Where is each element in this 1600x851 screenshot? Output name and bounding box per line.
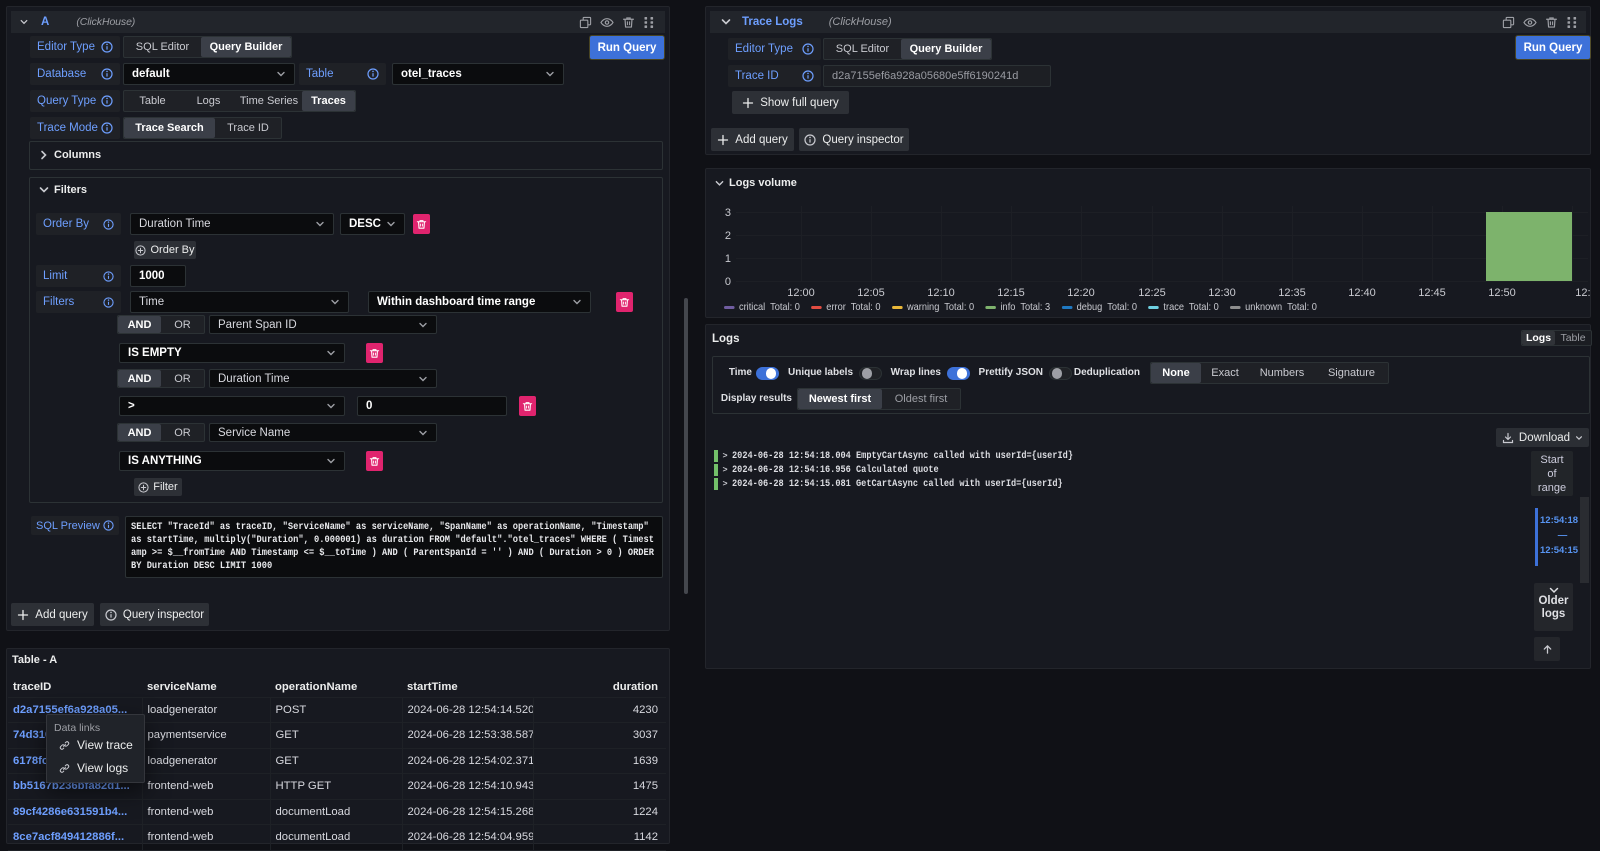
svg-text:12:35: 12:35 [1278, 287, 1306, 296]
svg-text:12:25: 12:25 [1138, 287, 1166, 296]
svg-text:12:10: 12:10 [927, 287, 955, 296]
svg-text:12:50: 12:50 [1488, 287, 1516, 296]
svg-text:12:00: 12:00 [787, 287, 815, 296]
svg-text:12:45: 12:45 [1418, 287, 1446, 296]
svg-text:3: 3 [725, 207, 731, 219]
svg-text:1: 1 [725, 253, 731, 265]
svg-text:12:15: 12:15 [997, 287, 1025, 296]
svg-text:0: 0 [725, 276, 731, 288]
svg-text:2: 2 [725, 230, 731, 242]
svg-text:12:55: 12:55 [1575, 287, 1591, 296]
svg-text:12:05: 12:05 [857, 287, 885, 296]
svg-text:12:40: 12:40 [1348, 287, 1376, 296]
svg-text:12:20: 12:20 [1067, 287, 1095, 296]
svg-text:12:30: 12:30 [1208, 287, 1236, 296]
